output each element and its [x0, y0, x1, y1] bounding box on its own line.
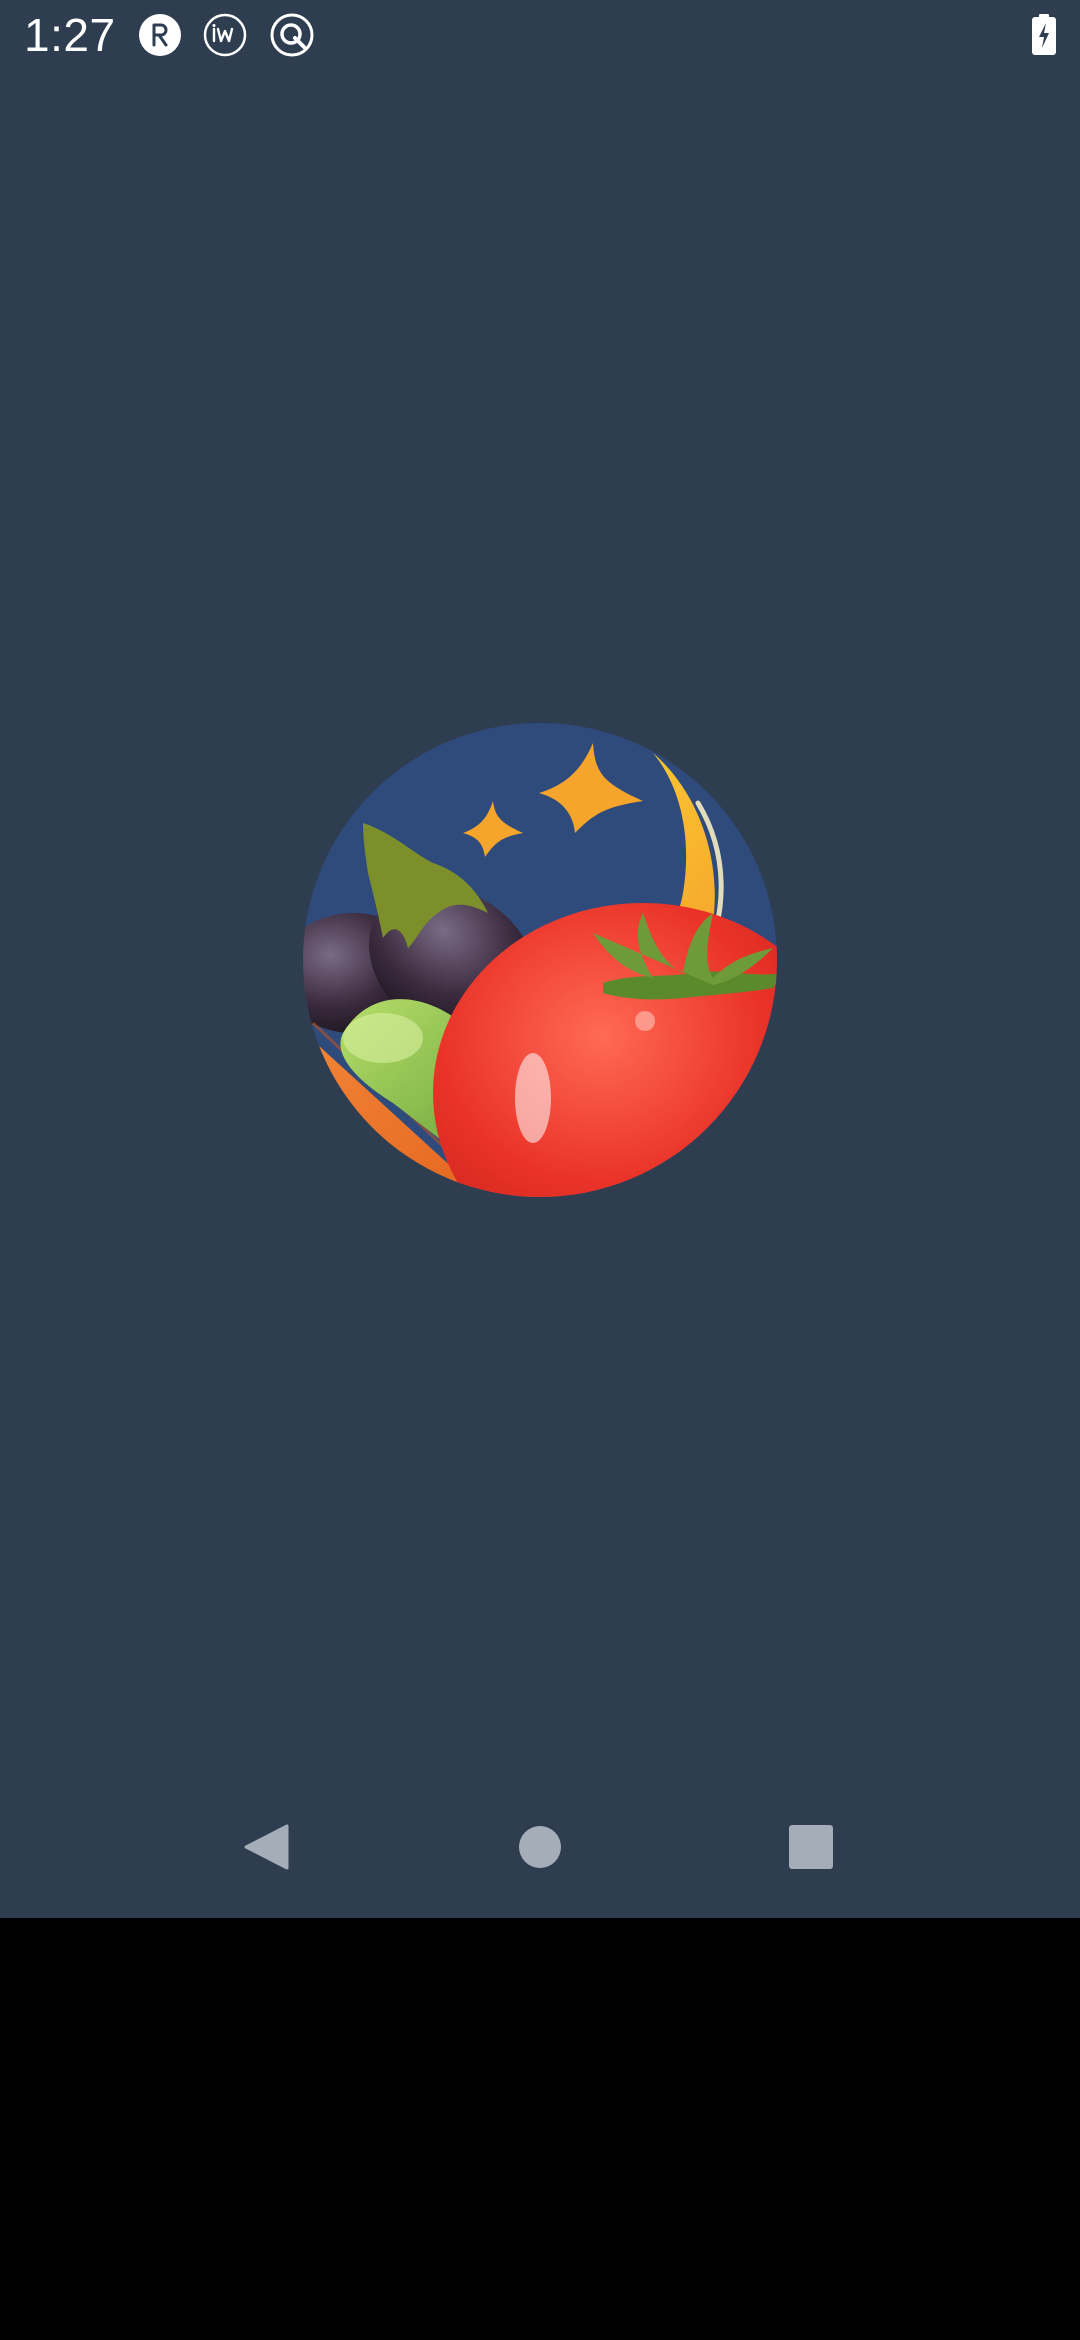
- app-screen: 1:27: [0, 0, 1080, 1918]
- status-time: 1:27: [24, 9, 116, 61]
- r-badge-icon: [139, 14, 181, 56]
- battery-charging-icon: [1032, 14, 1056, 55]
- recents-icon[interactable]: [786, 1822, 836, 1872]
- navigation-bar: [0, 1800, 1080, 1894]
- home-icon[interactable]: [515, 1822, 565, 1872]
- splash-logo: [303, 723, 777, 1197]
- bottom-black-area: [0, 1918, 1080, 2340]
- back-icon[interactable]: [242, 1822, 292, 1872]
- status-bar: 1:27: [0, 0, 1080, 72]
- vegetables-moon-logo-icon: [303, 723, 777, 1197]
- iw-badge-icon: [203, 13, 247, 57]
- q-badge-icon: [270, 13, 314, 57]
